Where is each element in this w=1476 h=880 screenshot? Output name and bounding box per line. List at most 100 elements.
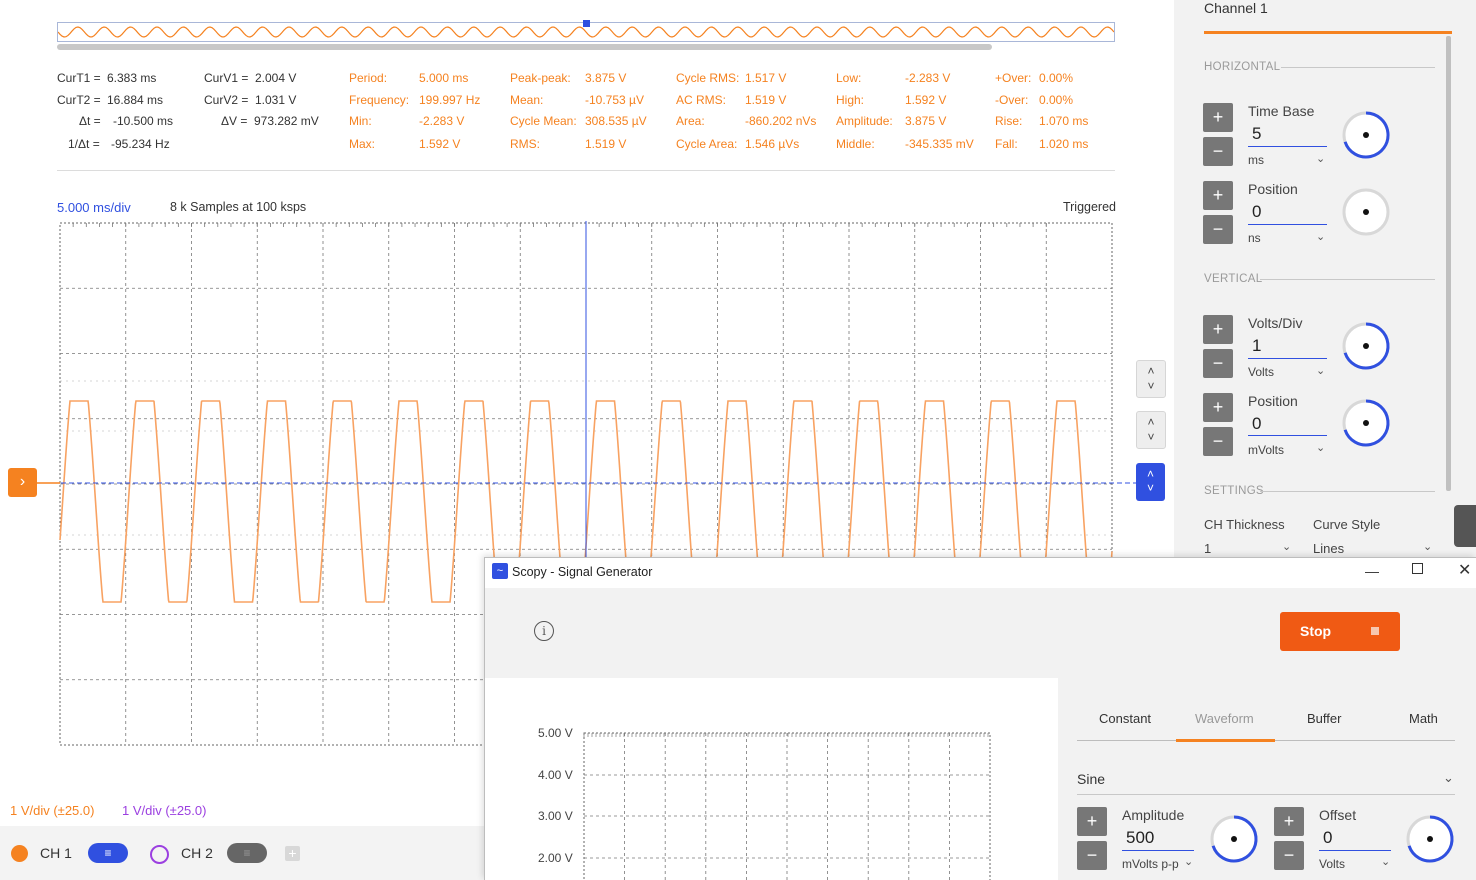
volts-div-knob[interactable] [1341, 321, 1391, 371]
panel-scrollbar[interactable] [1446, 36, 1451, 491]
chevron-down-icon[interactable]: ⌄ [1443, 770, 1454, 786]
curt1-label: CurT1 = [57, 71, 101, 85]
dt-value: -10.500 ms [113, 114, 174, 128]
panel-title-underline [1204, 31, 1452, 34]
time-base-decrement-button[interactable]: − [1203, 137, 1233, 166]
overview-position-handle[interactable] [583, 20, 590, 27]
chevron-down-icon[interactable]: ⌄ [1282, 540, 1291, 553]
dv-label: ΔV = [221, 114, 248, 128]
ch1-settings-icon[interactable]: ≡ [88, 843, 128, 863]
chevron-down-icon[interactable]: ⌄ [1316, 441, 1325, 454]
maximize-icon[interactable] [1412, 563, 1423, 574]
measurement-divider [57, 170, 1115, 171]
curv1-label: CurV1 = [204, 71, 249, 85]
v-position-label: Position [1248, 393, 1298, 409]
time-base-input[interactable]: 5 [1252, 124, 1261, 144]
ch1-label[interactable]: CH 1 [40, 845, 72, 861]
samples-label: 8 k Samples at 100 ksps [170, 200, 307, 214]
ch1-indicator[interactable] [11, 845, 28, 862]
inv-dt-value: -95.234 Hz [111, 137, 170, 151]
amplitude-unit[interactable]: mVolts p-p [1122, 857, 1179, 871]
amplitude-knob[interactable] [1209, 814, 1259, 864]
stat-label: Mean: [510, 93, 544, 107]
v-position-increment-button[interactable]: + [1203, 393, 1233, 422]
tab-waveform[interactable]: Waveform [1195, 711, 1254, 726]
chevron-down-icon[interactable]: ⌄ [1381, 855, 1390, 868]
waveform-type-select[interactable]: Sine [1077, 771, 1105, 787]
h-position-unit[interactable]: ns [1248, 231, 1261, 245]
horizontal-cursor-handle[interactable]: ˄ ˅ [1136, 360, 1166, 398]
chevron-down-icon[interactable]: ⌄ [1316, 152, 1325, 165]
waveform-select-underline [1077, 794, 1455, 795]
curv2-value: 1.031 V [255, 93, 297, 107]
amplitude-decrement-button[interactable]: − [1077, 841, 1107, 870]
chevron-down-icon[interactable]: ⌄ [1316, 230, 1325, 243]
offset-input[interactable]: 0 [1323, 828, 1332, 848]
chevron-down-icon[interactable]: ⌄ [1316, 364, 1325, 377]
stat-label: High: [836, 93, 865, 107]
stat-label: Amplitude: [836, 114, 893, 128]
curt2-value: 16.884 ms [107, 93, 164, 107]
stop-button[interactable]: Stop [1280, 612, 1400, 651]
stat-label: Area: [676, 114, 705, 128]
v-position-decrement-button[interactable]: − [1203, 427, 1233, 456]
time-base-label: Time Base [1248, 103, 1315, 119]
panel-side-tab[interactable] [1454, 505, 1476, 547]
minimize-icon[interactable]: — [1365, 563, 1379, 579]
tab-buffer[interactable]: Buffer [1307, 711, 1341, 726]
h-position-knob[interactable] [1341, 187, 1391, 237]
offset-increment-button[interactable]: + [1274, 807, 1304, 836]
volts-div-increment-button[interactable]: + [1203, 315, 1233, 344]
close-icon[interactable]: ✕ [1458, 560, 1471, 580]
section-divider [1260, 279, 1435, 280]
stat-value: 0.00% [1039, 71, 1074, 85]
v-position-knob[interactable] [1341, 398, 1391, 448]
v-position-input[interactable]: 0 [1252, 414, 1261, 434]
ch-thickness-select[interactable]: 1 [1204, 541, 1211, 556]
offset-unit[interactable]: Volts [1319, 857, 1345, 871]
y-tick-label: 3.00 V [538, 809, 573, 823]
volts-div-decrement-button[interactable]: − [1203, 349, 1233, 378]
offset-knob[interactable] [1405, 814, 1455, 864]
amplitude-underline [1122, 850, 1194, 851]
amplitude-input[interactable]: 500 [1126, 828, 1154, 848]
overview-scrollbar[interactable] [57, 44, 992, 50]
chevron-down-icon[interactable]: ⌄ [1184, 855, 1193, 868]
volts-div-input[interactable]: 1 [1252, 336, 1261, 356]
info-icon[interactable]: i [534, 621, 554, 641]
tab-constant[interactable]: Constant [1099, 711, 1151, 726]
h-position-decrement-button[interactable]: − [1203, 215, 1233, 244]
offset-decrement-button[interactable]: − [1274, 841, 1304, 870]
amplitude-increment-button[interactable]: + [1077, 807, 1107, 836]
v-position-underline [1248, 435, 1327, 436]
add-channel-icon[interactable]: + [285, 846, 300, 861]
measurement-stats: Period: 5.000 ms Frequency: 199.997 Hz M… [349, 71, 1109, 161]
vertical-cursor-handle[interactable]: ˄ ˅ [1136, 411, 1166, 449]
scopy-app-icon: ~ [492, 563, 508, 579]
stat-label: Max: [349, 137, 376, 151]
stat-label: Min: [349, 114, 372, 128]
time-base-knob[interactable] [1341, 110, 1391, 160]
ch2-indicator[interactable] [150, 845, 169, 864]
active-tab-indicator [1176, 739, 1275, 742]
ch2-settings-icon[interactable]: ≡ [227, 843, 267, 863]
time-base-unit[interactable]: ms [1248, 153, 1264, 167]
chevron-down-icon[interactable]: ⌄ [1423, 540, 1432, 553]
stat-value: 1.070 ms [1039, 114, 1089, 128]
section-divider [1281, 67, 1435, 68]
ch2-label[interactable]: CH 2 [181, 845, 213, 861]
tab-math[interactable]: Math [1409, 711, 1438, 726]
volts-div-label: Volts/Div [1248, 315, 1303, 331]
h-position-increment-button[interactable]: + [1203, 181, 1233, 210]
h-position-input[interactable]: 0 [1252, 202, 1261, 222]
offset-underline [1319, 850, 1391, 851]
ch1-offset-marker[interactable]: › [8, 468, 37, 497]
sg-preview-plot: 5.00 V 4.00 V 3.00 V 2.00 V [538, 726, 991, 880]
stat-value: 3.875 V [585, 71, 627, 85]
volts-div-unit[interactable]: Volts [1248, 365, 1274, 379]
curve-style-select[interactable]: Lines [1313, 541, 1344, 556]
trigger-level-marker[interactable]: ˄ ˅ [1136, 463, 1165, 501]
v-position-unit[interactable]: mVolts [1248, 443, 1284, 457]
time-base-increment-button[interactable]: + [1203, 103, 1233, 132]
curt1-value: 6.383 ms [107, 71, 157, 85]
